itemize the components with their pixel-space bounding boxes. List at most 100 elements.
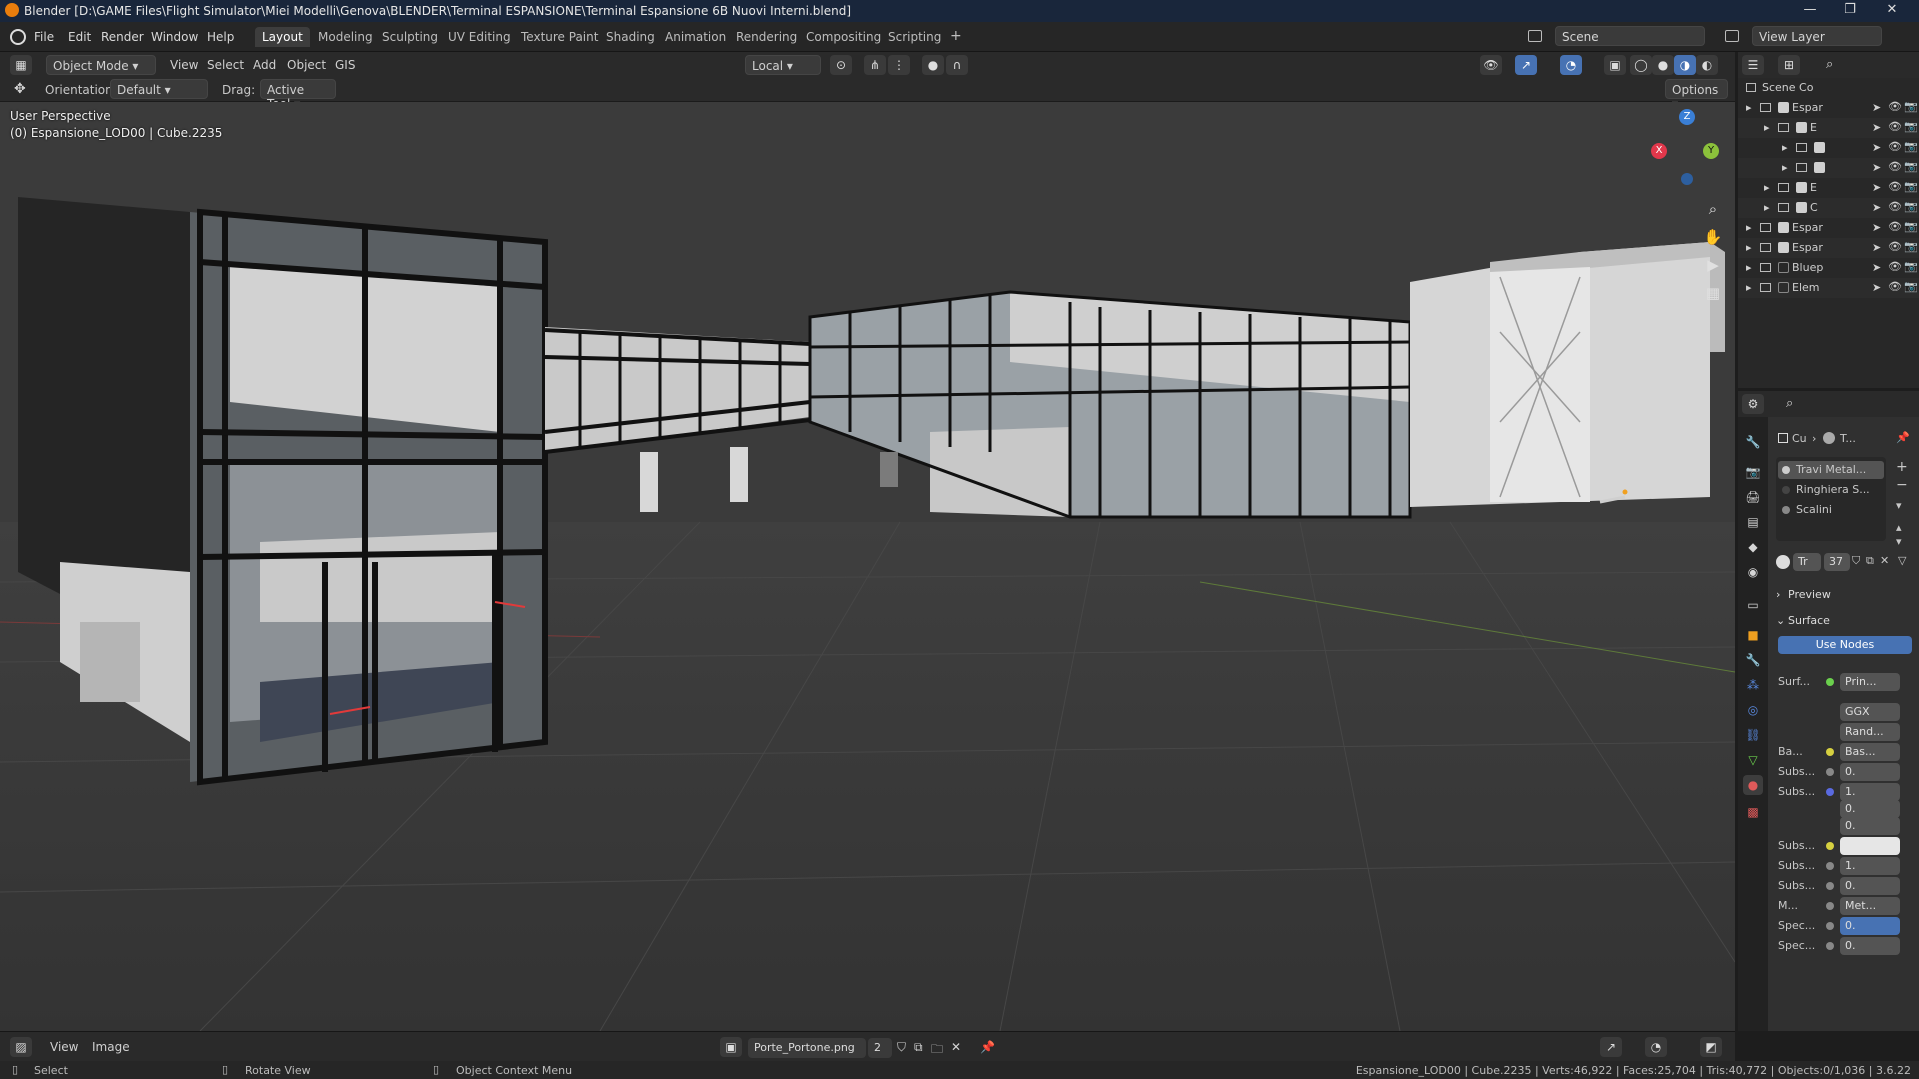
tab-uv-editing[interactable]: UV Editing [441, 27, 518, 47]
property-value-field[interactable]: GGX [1840, 703, 1900, 721]
tab-modeling[interactable]: Modeling [311, 27, 380, 47]
exclude-checkbox[interactable] [1778, 262, 1789, 273]
expand-arrow-icon[interactable]: ▸ [1764, 201, 1770, 214]
property-value-field[interactable] [1840, 837, 1900, 855]
view-layer-tab-icon[interactable]: ▤ [1743, 512, 1763, 532]
move-slot-up-icon[interactable]: ▴ [1896, 521, 1902, 534]
outliner-editor-icon[interactable]: ☰ [1742, 55, 1764, 75]
menu-render[interactable]: Render [101, 30, 144, 44]
xray-toggle-icon[interactable]: ▣ [1604, 55, 1626, 75]
image-unlink-icon[interactable]: ✕ [951, 1040, 961, 1054]
eye-visibility-icon[interactable]: 👁 [1888, 120, 1902, 133]
tab-scripting[interactable]: Scripting [881, 27, 948, 47]
property-value-field[interactable]: 1. [1840, 857, 1900, 875]
select-arrow-icon[interactable]: ➤ [1872, 221, 1881, 234]
pan-hand-icon[interactable]: ✋ [1700, 224, 1726, 250]
material-user-count[interactable]: 37 [1824, 553, 1850, 571]
eye-visibility-icon[interactable]: 👁 [1888, 280, 1902, 293]
select-arrow-icon[interactable]: ➤ [1872, 161, 1881, 174]
socket-dot-icon[interactable] [1826, 748, 1834, 756]
snap-magnet-icon[interactable]: ⋔ [864, 55, 886, 75]
camera-view-icon[interactable]: ▶ [1700, 252, 1726, 278]
render-camera-icon[interactable]: 📷 [1904, 220, 1918, 233]
select-arrow-icon[interactable]: ➤ [1872, 281, 1881, 294]
editor-type-icon[interactable]: ▦ [10, 55, 32, 75]
image-menu-view[interactable]: View [44, 1037, 84, 1057]
eye-visibility-icon[interactable]: 👁 [1888, 220, 1902, 233]
select-arrow-icon[interactable]: ➤ [1872, 101, 1881, 114]
menu-gis[interactable]: GIS [329, 55, 361, 75]
image-new-icon[interactable]: ⧉ [914, 1040, 923, 1055]
exclude-checkbox[interactable] [1778, 282, 1789, 293]
proportional-edit-icon[interactable]: ● [922, 55, 944, 75]
properties-editor-icon[interactable]: ⚙ [1742, 394, 1764, 414]
visibility-icon[interactable]: 👁 [1480, 55, 1502, 75]
exclude-checkbox[interactable] [1814, 162, 1825, 173]
select-arrow-icon[interactable]: ➤ [1872, 181, 1881, 194]
render-camera-icon[interactable]: 📷 [1904, 280, 1918, 293]
select-arrow-icon[interactable]: ➤ [1872, 261, 1881, 274]
image-pin-icon[interactable]: 📌 [980, 1040, 995, 1054]
eye-visibility-icon[interactable]: 👁 [1888, 160, 1902, 173]
axis-y-gizmo[interactable]: Y [1703, 143, 1719, 159]
gizmo-toggle-icon[interactable]: ↗ [1515, 55, 1537, 75]
socket-dot-icon[interactable] [1826, 842, 1834, 850]
collection-tab-icon[interactable]: ▭ [1743, 595, 1763, 615]
property-value-field[interactable]: Prin... [1840, 673, 1900, 691]
render-camera-icon[interactable]: 📷 [1904, 140, 1918, 153]
render-camera-icon[interactable]: 📷 [1904, 120, 1918, 133]
outliner-row[interactable]: ▸ Espar ➤ 👁 📷 [1738, 238, 1919, 258]
socket-dot-icon[interactable] [1826, 678, 1834, 686]
socket-dot-icon[interactable] [1826, 922, 1834, 930]
slot-menu-chevron-icon[interactable]: ▾ [1896, 499, 1902, 512]
socket-dot-icon[interactable] [1826, 788, 1834, 796]
transform-orientation-dropdown[interactable]: Local ▾ [745, 55, 821, 75]
eye-visibility-icon[interactable]: 👁 [1888, 260, 1902, 273]
property-value-field[interactable]: 1. [1840, 783, 1900, 801]
property-value-field[interactable]: Rand... [1840, 723, 1900, 741]
axis-z-gizmo[interactable]: Z [1679, 109, 1695, 125]
socket-dot-icon[interactable] [1826, 768, 1834, 776]
image-browse-icon[interactable]: ▣ [720, 1037, 742, 1057]
image-open-folder-icon[interactable]: 🗀 [931, 1040, 943, 1061]
property-value-field[interactable]: 0. [1840, 800, 1900, 818]
eye-visibility-icon[interactable]: 👁 [1888, 140, 1902, 153]
outliner-display-mode-icon[interactable]: ⊞ [1778, 55, 1800, 75]
expand-arrow-icon[interactable]: ▸ [1746, 261, 1752, 274]
exclude-checkbox[interactable] [1778, 102, 1789, 113]
object-mode-dropdown[interactable]: Object Mode ▾ [46, 55, 156, 75]
texture-tab-icon[interactable]: ▩ [1743, 802, 1763, 822]
image-gizmo-icon[interactable]: ↗ [1600, 1037, 1622, 1057]
close-window-button[interactable]: ✕ [1872, 2, 1912, 20]
3d-viewport[interactable]: User Perspective (0) Espansione_LOD00 | … [0, 102, 1735, 1031]
zoom-icon[interactable]: ⌕ [1700, 196, 1726, 222]
menu-file[interactable]: File [34, 30, 54, 44]
ortho-grid-icon[interactable]: ▦ [1700, 280, 1726, 306]
tab-shading[interactable]: Shading [599, 27, 662, 47]
eye-visibility-icon[interactable]: 👁 [1888, 100, 1902, 113]
outliner-row[interactable]: ▸ E ➤ 👁 📷 [1738, 118, 1919, 138]
rendered-shading-icon[interactable]: ◐ [1696, 55, 1718, 75]
tab-animation[interactable]: Animation [658, 27, 733, 47]
material-link-icon[interactable]: ▽ [1898, 554, 1906, 567]
render-camera-icon[interactable]: 📷 [1904, 260, 1918, 273]
exclude-checkbox[interactable] [1796, 202, 1807, 213]
exclude-checkbox[interactable] [1778, 242, 1789, 253]
socket-dot-icon[interactable] [1826, 882, 1834, 890]
socket-dot-icon[interactable] [1826, 902, 1834, 910]
image-menu-image[interactable]: Image [86, 1037, 136, 1057]
property-value-field[interactable]: 0. [1840, 877, 1900, 895]
render-camera-icon[interactable]: 📷 [1904, 200, 1918, 213]
image-fake-user-icon[interactable]: ⛉ [897, 1040, 906, 1055]
render-camera-icon[interactable]: 📷 [1904, 240, 1918, 253]
property-value-field[interactable]: 0. [1840, 937, 1900, 955]
outliner-root-row[interactable]: Scene Co [1738, 78, 1919, 98]
property-value-field[interactable]: 0. [1840, 817, 1900, 835]
preview-panel-header[interactable]: › Preview [1776, 585, 1914, 605]
properties-search-icon[interactable]: ⌕ [1786, 396, 1793, 411]
socket-dot-icon[interactable] [1826, 942, 1834, 950]
axis-x-gizmo[interactable]: X [1651, 143, 1667, 159]
expand-arrow-icon[interactable]: ▸ [1764, 121, 1770, 134]
outliner-row[interactable]: ▸ Elem ➤ 👁 📷 [1738, 278, 1919, 298]
tab-texture-paint[interactable]: Texture Paint [514, 27, 605, 47]
